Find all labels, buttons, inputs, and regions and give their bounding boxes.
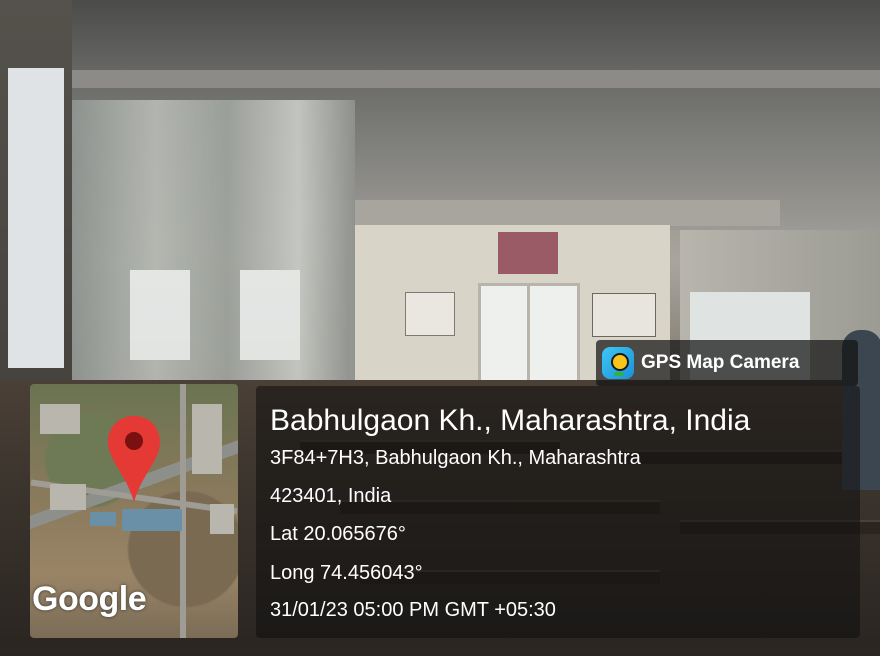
wall-banner [498, 232, 558, 274]
ceiling-beam [60, 70, 880, 88]
map-thumbnail: Google [30, 384, 238, 638]
address-line-1: 3F84+7H3, Babhulgaon Kh., Maharashtra [270, 447, 641, 469]
ceiling-fan [560, 240, 622, 244]
reflected-window [130, 270, 190, 360]
google-logo: Google [32, 580, 147, 618]
map-building [40, 404, 80, 434]
wall-poster [8, 68, 64, 368]
location-info-panel: Babhulgaon Kh., Maharashtra, India 3F84+… [256, 386, 860, 638]
notice-board [592, 293, 656, 337]
notice-board [405, 292, 455, 336]
address-line-2: 423401, India [270, 485, 392, 507]
back-window [478, 283, 580, 389]
glass-partition [70, 100, 355, 390]
datetime: 31/01/23 05:00 PM GMT +05:30 [270, 599, 556, 621]
gps-map-camera-app-icon [602, 347, 634, 379]
app-name: GPS Map Camera [641, 352, 800, 373]
map-building [210, 504, 234, 534]
map-pin-icon [108, 416, 160, 502]
latitude: Lat 20.065676° [270, 523, 406, 545]
map-building [122, 509, 182, 531]
location-title: Babhulgaon Kh., Maharashtra, India [270, 404, 751, 437]
photo-scene: GPS Map Camera Babhulgaon Kh., Maharasht… [0, 0, 880, 656]
gps-map-camera-badge: GPS Map Camera [596, 340, 858, 386]
longitude: Long 74.456043° [270, 562, 423, 584]
ceiling-beam [300, 200, 780, 226]
map-building [192, 404, 222, 474]
map-building [50, 484, 86, 510]
reflected-window [240, 270, 300, 360]
map-building [90, 512, 116, 526]
